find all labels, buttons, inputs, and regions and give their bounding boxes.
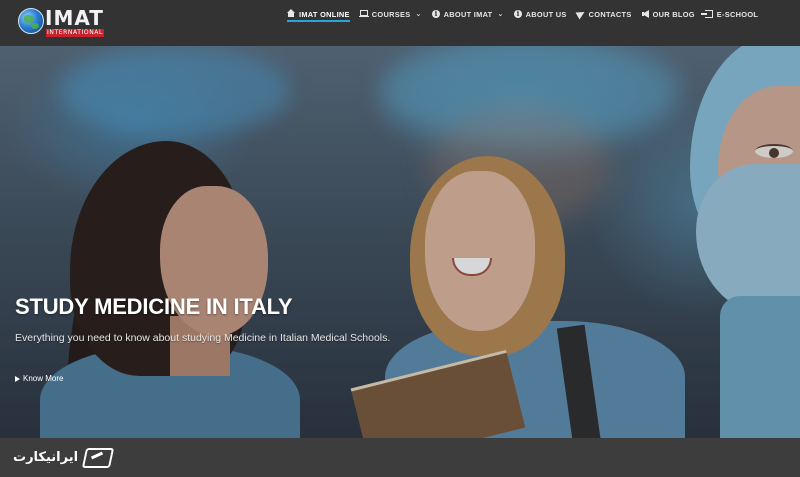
nav-item-label: IMAT ONLINE [299, 9, 350, 19]
imat-logo[interactable]: IMAT INTERNATIONAL [18, 6, 106, 38]
top-navbar: IMAT INTERNATIONAL IMAT ONLINE COURSES ⌄… [0, 0, 800, 46]
nav-item-our-blog[interactable]: OUR BLOG [641, 0, 695, 28]
sign-in-icon [700, 10, 713, 18]
watermark-text: ایرانیکارت [13, 449, 79, 465]
nav-item-about-us[interactable]: ABOUT US [513, 0, 567, 28]
paper-plane-icon [575, 8, 587, 20]
bottom-bar [0, 438, 800, 477]
nav-item-courses[interactable]: COURSES ⌄ [358, 0, 422, 28]
home-icon [287, 9, 295, 17]
nav-item-label: ABOUT US [525, 9, 567, 19]
card-icon [82, 445, 112, 469]
logo-subtext: INTERNATIONAL [46, 29, 104, 37]
hero-title: STUDY MEDICINE IN ITALY [15, 294, 293, 319]
nav-item-imat-online[interactable]: IMAT ONLINE [287, 0, 350, 28]
watermark: ایرانیکارت [13, 444, 112, 470]
globe-icon [18, 8, 44, 34]
hero-subtitle: Everything you need to know about studyi… [15, 332, 391, 344]
laptop-icon [358, 10, 369, 18]
nav-item-label: CONTACTS [588, 9, 632, 19]
main-nav: IMAT ONLINE COURSES ⌄ ABOUT IMAT ⌄ ABOUT… [287, 0, 768, 28]
info-icon [513, 9, 522, 18]
nav-item-label: ABOUT IMAT [443, 9, 493, 19]
chevron-down-icon: ⌄ [497, 11, 504, 18]
chevron-down-icon: ⌄ [415, 11, 422, 18]
know-more-button[interactable]: Know More [15, 374, 63, 383]
nav-item-e-school[interactable]: E-SCHOOL [700, 0, 759, 28]
info-icon [431, 9, 440, 18]
bullhorn-icon [641, 10, 649, 18]
know-more-label: Know More [23, 374, 64, 383]
nav-item-label: OUR BLOG [652, 9, 695, 19]
logo-text: IMAT [45, 6, 104, 30]
hero-overlay [0, 46, 800, 438]
hero-banner [0, 46, 800, 438]
nav-item-label: E-SCHOOL [716, 9, 759, 19]
nav-item-about-imat[interactable]: ABOUT IMAT ⌄ [431, 0, 504, 28]
play-icon [15, 375, 20, 382]
nav-item-contacts[interactable]: CONTACTS [575, 0, 632, 28]
nav-item-label: COURSES [371, 9, 411, 19]
